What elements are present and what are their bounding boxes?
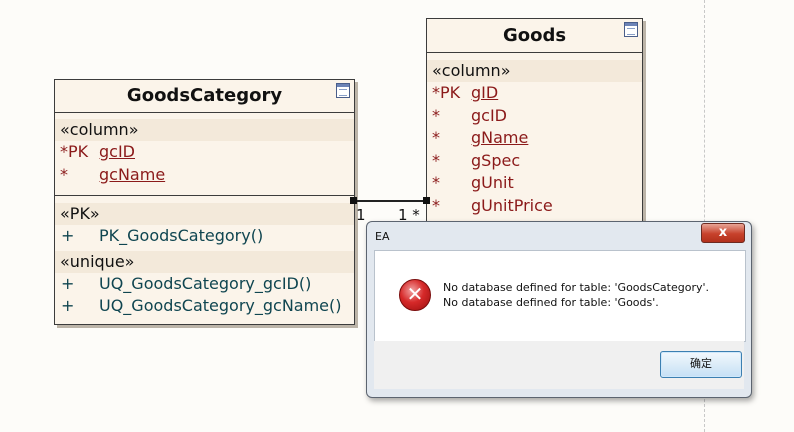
column-marker: *PK [432, 83, 461, 102]
ok-button-label: 确定 [690, 357, 712, 370]
column-name: gSpec [471, 150, 521, 170]
ok-button[interactable]: 确定 [660, 351, 742, 378]
goods-title-text: Goods [502, 25, 567, 46]
close-button[interactable]: x [701, 223, 745, 243]
source-multiplicity: 1 [356, 206, 366, 224]
column-marker: *PK [60, 142, 89, 161]
operation-marker: + [61, 273, 75, 293]
column-marker: * [432, 173, 440, 192]
dialog-message-line-1: No database defined for table: 'GoodsCat… [443, 281, 710, 294]
dialog-title: EA [375, 230, 390, 243]
goods-title: Goods [427, 19, 642, 53]
column-name: gcName [99, 164, 166, 184]
column-name: gUnit [471, 173, 514, 192]
connector-anchor-target[interactable] [423, 197, 430, 204]
relationship-connector[interactable] [353, 200, 427, 202]
column-row-gunit[interactable]: * gUnit [427, 172, 642, 195]
operation-name: UQ_GoodsCategory_gcID() [99, 273, 312, 293]
goodscategory-title: GoodsCategory [55, 80, 354, 113]
goodscategory-title-text: GoodsCategory [126, 85, 283, 106]
operation-marker: + [61, 226, 75, 245]
dialog-footer: 确定 [374, 341, 744, 389]
column-row-gname[interactable]: * gName [427, 127, 642, 150]
column-row-gid[interactable]: *PK gID [427, 82, 642, 105]
operation-row-uq-gcname[interactable]: + UQ_GoodsCategory_gcName() [55, 295, 354, 318]
dialog-body: ✕ No database defined for table: 'GoodsC… [374, 250, 746, 342]
goodscategory-ops-section: «PK» + PK_GoodsCategory() «unique» + UQ_… [55, 196, 354, 318]
unique-stereotype: «unique» [55, 250, 354, 273]
column-row-gcid[interactable]: *PK gcID [55, 141, 354, 164]
pk-stereotype: «PK» [55, 203, 354, 225]
goods-table[interactable]: Goods «column» *PK gID * gcID * gName * … [426, 18, 643, 234]
column-name: gName [471, 128, 529, 147]
table-icon [336, 83, 350, 98]
column-name: gID [471, 83, 499, 102]
column-stereotype: «column» [55, 119, 354, 141]
column-row-gspec[interactable]: * gSpec [427, 150, 642, 173]
column-marker: * [432, 150, 440, 170]
operation-name: PK_GoodsCategory() [99, 226, 264, 245]
column-stereotype: «column» [427, 60, 642, 82]
column-row-gcid[interactable]: * gcID [427, 105, 642, 128]
close-icon: x [718, 225, 728, 240]
operation-row-pk[interactable]: + PK_GoodsCategory() [55, 225, 354, 248]
goods-columns-section: «column» *PK gID * gcID * gName * gSpec … [427, 53, 642, 217]
error-icon: ✕ [399, 279, 431, 311]
table-icon [624, 22, 638, 37]
column-marker: * [432, 128, 440, 147]
column-row-gunitprice[interactable]: * gUnitPrice [427, 195, 642, 218]
dialog-message-line-2: No database defined for table: 'Goods'. [443, 296, 659, 309]
error-dialog[interactable]: EA x ✕ No database defined for table: 'G… [366, 221, 752, 398]
operation-name: UQ_GoodsCategory_gcName() [99, 296, 342, 315]
column-row-gcname[interactable]: * gcName [55, 164, 354, 187]
column-name: gUnitPrice [471, 195, 553, 215]
column-marker: * [432, 195, 440, 215]
goodscategory-columns-section: «column» *PK gcID * gcName [55, 113, 354, 196]
column-name: gcID [471, 105, 507, 125]
column-marker: * [60, 164, 68, 184]
column-marker: * [432, 105, 440, 125]
operation-row-uq-gcid[interactable]: + UQ_GoodsCategory_gcID() [55, 273, 354, 296]
goodscategory-table[interactable]: GoodsCategory «column» *PK gcID * gcName… [54, 79, 355, 325]
connector-anchor-source[interactable] [350, 197, 357, 204]
column-name: gcID [99, 142, 135, 161]
operation-marker: + [61, 296, 75, 315]
